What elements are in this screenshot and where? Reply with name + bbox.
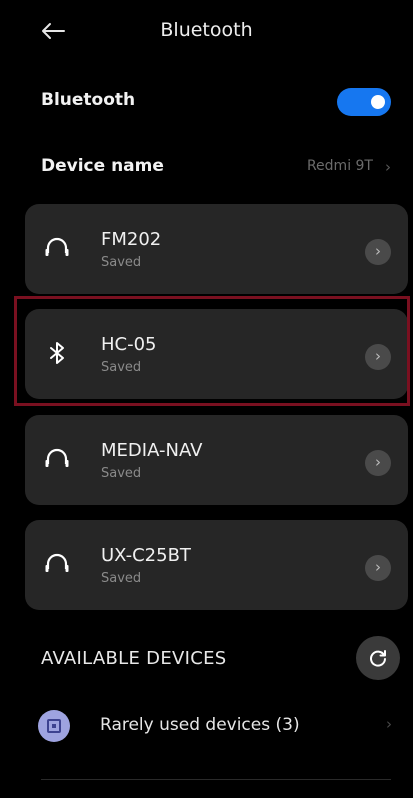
rarely-used-label: Rarely used devices (3) <box>100 715 300 735</box>
bluetooth-label: Bluetooth <box>41 90 136 110</box>
device-status: Saved <box>101 571 142 586</box>
bluetooth-settings-screen: Bluetooth Bluetooth Device name Redmi 9T… <box>0 0 413 798</box>
bluetooth-toggle-switch[interactable] <box>337 88 391 116</box>
device-name: HC-05 <box>101 334 157 355</box>
device-name: MEDIA-NAV <box>101 440 203 461</box>
chevron-right-icon[interactable]: › <box>365 555 391 581</box>
device-name: UX-C25BT <box>101 545 191 566</box>
device-status: Saved <box>101 255 142 270</box>
toggle-knob <box>371 95 385 109</box>
headphones-icon <box>42 549 72 579</box>
device-card-media-nav[interactable]: MEDIA-NAV Saved › <box>25 415 408 505</box>
refresh-button[interactable] <box>356 636 400 680</box>
chevron-right-icon[interactable]: › <box>365 239 391 265</box>
device-name-label: Device name <box>41 156 164 176</box>
device-status: Saved <box>101 360 142 375</box>
device-card-ux-c25bt[interactable]: UX-C25BT Saved › <box>25 520 408 610</box>
available-devices-heading: AVAILABLE DEVICES <box>41 648 227 669</box>
bluetooth-icon <box>42 338 72 368</box>
page-title: Bluetooth <box>160 19 253 41</box>
device-name-row[interactable]: Device name Redmi 9T › <box>41 154 391 180</box>
headphones-icon <box>42 444 72 474</box>
device-card-fm202[interactable]: FM202 Saved › <box>25 204 408 294</box>
chevron-right-icon: › <box>385 158 391 176</box>
bluetooth-toggle-row[interactable]: Bluetooth <box>41 88 391 116</box>
device-name: FM202 <box>101 229 162 250</box>
chevron-right-icon[interactable]: › <box>365 450 391 476</box>
chevron-right-icon[interactable]: › <box>365 344 391 370</box>
headphones-icon <box>42 233 72 263</box>
rarely-used-devices-item[interactable]: Rarely used devices (3) › <box>38 706 398 746</box>
device-name-value: Redmi 9T <box>306 158 373 174</box>
device-card-hc05[interactable]: HC-05 Saved › <box>25 309 408 399</box>
device-box-icon <box>38 710 70 742</box>
header: Bluetooth <box>0 0 413 64</box>
divider <box>41 779 391 780</box>
chevron-right-icon: › <box>386 715 392 733</box>
device-status: Saved <box>101 466 142 481</box>
refresh-icon <box>370 650 386 667</box>
